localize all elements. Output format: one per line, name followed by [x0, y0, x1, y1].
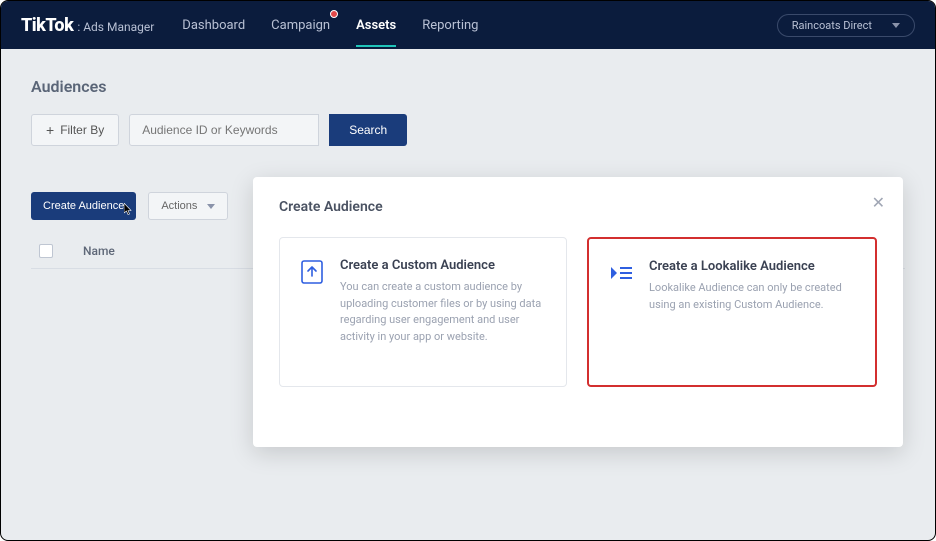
modal-title: Create Audience: [279, 199, 877, 215]
nav-label: Dashboard: [182, 18, 245, 33]
create-audience-button[interactable]: Create Audience: [31, 192, 136, 220]
create-audience-modal: Create Audience ✕ Create a Custom Audien…: [253, 177, 903, 447]
lookalike-icon: [607, 259, 635, 291]
create-audience-label: Create Audience: [43, 200, 124, 212]
nav-reporting[interactable]: Reporting: [422, 14, 478, 37]
modal-cards: Create a Custom Audience You can create …: [279, 237, 877, 387]
nav-label: Assets: [356, 18, 396, 33]
notification-badge-icon: [330, 10, 338, 18]
column-header-name: Name: [83, 244, 115, 258]
upload-file-icon: [298, 258, 326, 290]
nav-campaign[interactable]: Campaign: [271, 14, 330, 37]
nav-items: Dashboard Campaign Assets Reporting: [182, 14, 478, 37]
search-input[interactable]: [129, 114, 319, 146]
card-lookalike-audience[interactable]: Create a Lookalike Audience Lookalike Au…: [587, 237, 877, 387]
brand: TikTok : Ads Manager: [21, 15, 154, 36]
brand-sub: : Ads Manager: [77, 20, 154, 34]
nav-label: Campaign: [271, 18, 330, 33]
select-all-checkbox[interactable]: [39, 244, 53, 258]
actions-dropdown[interactable]: Actions: [148, 192, 228, 220]
actions-label: Actions: [161, 200, 197, 212]
nav-label: Reporting: [422, 18, 478, 33]
cursor-arrow-icon: [124, 203, 134, 218]
brand-logo: TikTok: [21, 15, 73, 36]
account-label: Raincoats Direct: [792, 19, 872, 32]
page-header-area: Audiences + Filter By Search: [1, 49, 935, 192]
top-nav: TikTok : Ads Manager Dashboard Campaign …: [1, 1, 935, 49]
card-title: Create a Custom Audience: [340, 258, 548, 273]
card-desc: Lookalike Audience can only be created u…: [649, 280, 857, 313]
chevron-down-icon: [207, 204, 215, 209]
card-title: Create a Lookalike Audience: [649, 259, 857, 274]
chevron-down-icon: [892, 23, 900, 28]
card-custom-audience[interactable]: Create a Custom Audience You can create …: [279, 237, 567, 387]
close-icon: ✕: [872, 195, 885, 212]
card-desc: You can create a custom audience by uplo…: [340, 279, 548, 345]
nav-assets[interactable]: Assets: [356, 14, 396, 37]
nav-dashboard[interactable]: Dashboard: [182, 14, 245, 37]
search-button[interactable]: Search: [329, 114, 407, 146]
plus-icon: +: [46, 123, 54, 137]
filter-by-button[interactable]: + Filter By: [31, 114, 119, 146]
page-title: Audiences: [31, 77, 905, 96]
filter-row: + Filter By Search: [31, 114, 905, 146]
filter-label: Filter By: [60, 123, 104, 137]
account-selector[interactable]: Raincoats Direct: [777, 14, 915, 37]
close-button[interactable]: ✕: [872, 193, 885, 213]
